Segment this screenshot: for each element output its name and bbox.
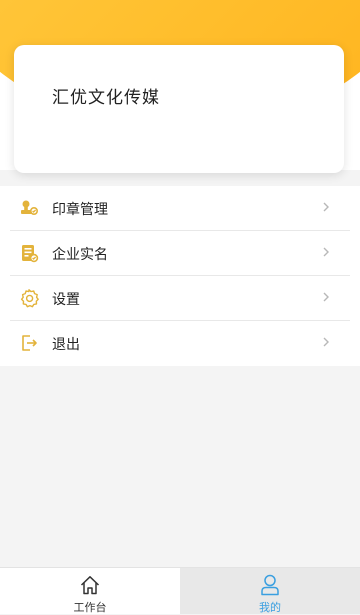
chevron-right-icon: [323, 247, 329, 257]
company-name: 汇优文化传媒: [52, 88, 160, 108]
tab-mine[interactable]: 我的: [180, 568, 360, 614]
profile-card: 汇优文化传媒: [14, 45, 344, 173]
tab-workbench[interactable]: 工作台: [0, 568, 180, 614]
menu-item-enterprise-verify[interactable]: 企业实名: [0, 231, 360, 276]
menu-item-label: 印章管理: [52, 201, 108, 218]
menu-item-label: 设置: [52, 291, 80, 308]
menu-item-label: 退出: [52, 336, 80, 353]
menu-item-settings[interactable]: 设置: [0, 276, 360, 321]
logout-icon: [22, 335, 37, 351]
menu-list: 印章管理 企业实名 设置 退出: [0, 186, 360, 366]
chevron-right-icon: [323, 292, 329, 302]
menu-item-logout[interactable]: 退出: [0, 321, 360, 366]
enterprise-verify-icon: [22, 245, 39, 263]
home-icon: [80, 576, 100, 595]
chevron-right-icon: [323, 337, 329, 347]
menu-item-label: 企业实名: [52, 246, 108, 263]
gear-icon: [20, 289, 39, 308]
chevron-right-icon: [323, 202, 329, 212]
bottom-tab-bar: 工作台 我的: [0, 567, 360, 614]
seal-icon: [21, 200, 39, 216]
user-icon: [261, 574, 279, 596]
menu-item-seal-management[interactable]: 印章管理: [0, 186, 360, 231]
